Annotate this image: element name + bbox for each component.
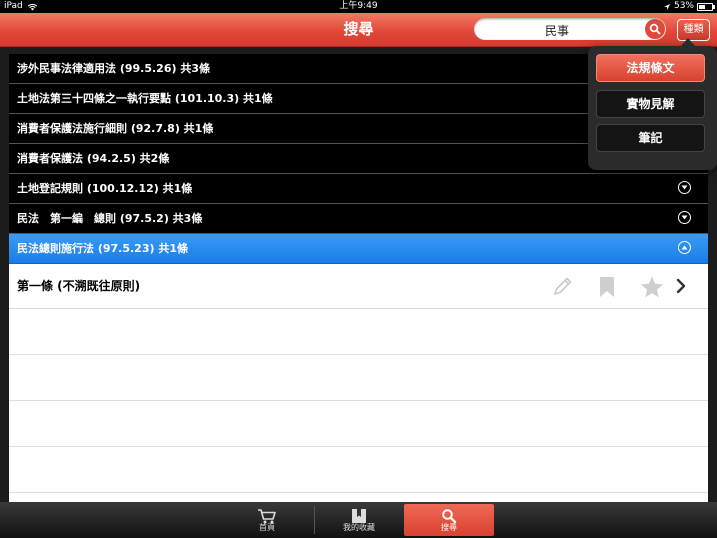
search-button[interactable] [645,19,665,39]
empty-row [9,309,708,355]
tab-label: 首頁 [259,523,275,532]
pencil-icon[interactable] [550,275,574,299]
law-title: 消費者保護法施行細則 (92.7.8) 共1條 [17,122,214,135]
law-title: 消費者保護法 (94.2.5) 共2條 [17,152,170,165]
nav-bar: 搜尋 種類 [0,13,717,47]
law-title: 土地登記規則 (100.12.12) 共1條 [17,182,193,195]
article-row[interactable]: 第一條 (不溯既往原則) [9,264,708,309]
law-title: 土地法第三十四條之一執行要點 (101.10.3) 共1條 [17,92,273,105]
tab-search[interactable]: 搜尋 [404,504,494,536]
battery-icon [697,2,715,11]
menu-item-notes[interactable]: 筆記 [596,124,705,152]
expand-icon[interactable] [678,211,691,224]
empty-row [9,355,708,401]
tab-label: 我的收藏 [343,523,375,532]
menu-item-regulations[interactable]: 法規條文 [596,54,705,82]
star-icon[interactable] [639,275,665,299]
collapse-icon[interactable] [678,241,691,254]
status-bar: iPad 上午9:49 53% [0,0,717,13]
chevron-right-icon[interactable] [675,278,687,294]
bookmark-icon[interactable] [598,275,616,299]
tab-favorites[interactable]: 我的收藏 [314,504,404,536]
tab-label: 搜尋 [441,523,457,532]
battery-percent: 53% [673,1,694,11]
article-title: 第一條 (不溯既往原則) [17,279,141,293]
law-row[interactable]: 民法 第一編 總則 (97.5.2) 共3條 [9,204,708,234]
expand-icon[interactable] [678,181,691,194]
empty-row [9,401,708,447]
law-title: 民法 第一編 總則 (97.5.2) 共3條 [17,212,203,225]
clock: 上午9:49 [339,1,378,11]
category-menu: 法規條文 實物見解 筆記 [588,38,717,170]
search-input[interactable] [480,20,634,40]
search-box[interactable] [474,18,666,40]
tab-bar: 首頁 我的收藏 搜尋 [0,502,717,538]
law-title: 民法總則施行法 (97.5.23) 共1條 [17,242,188,255]
empty-row [9,447,708,493]
law-row[interactable]: 土地登記規則 (100.12.12) 共1條 [9,174,708,204]
menu-item-practical-opinions[interactable]: 實物見解 [596,90,705,118]
law-title: 涉外民事法律適用法 (99.5.26) 共3條 [17,62,210,75]
tab-home[interactable]: 首頁 [222,504,312,536]
location-icon [663,3,670,10]
law-row[interactable]: 民法總則施行法 (97.5.23) 共1條 [9,234,708,264]
search-icon [649,23,661,35]
